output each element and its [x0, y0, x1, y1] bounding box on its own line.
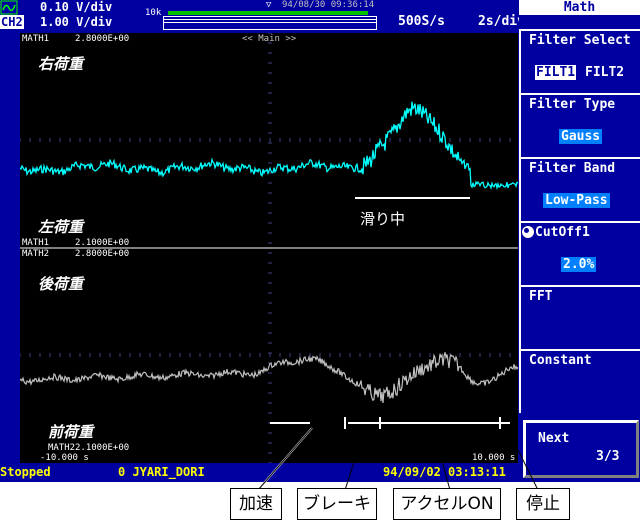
next-page: 3/3: [596, 449, 620, 464]
filter-type-item[interactable]: Filter Type Gauss: [519, 93, 640, 157]
time-div: 2s/div: [478, 14, 525, 29]
fft-label: FFT: [529, 289, 553, 304]
constant-item[interactable]: Constant: [519, 349, 640, 413]
math1-top-tag: MATH1: [22, 34, 50, 44]
cutoff-value[interactable]: 2.0%: [561, 257, 597, 272]
next-button[interactable]: Next 3/3: [523, 420, 639, 478]
math1-mid-tag: MATH1: [22, 238, 50, 248]
right-load-label: 右荷重: [38, 55, 84, 73]
oscilloscope-screen: 0.10 V/div CH2 1.00 V/div 10k ▽ 94/08/30…: [0, 0, 640, 482]
filter-type-value: Gauss: [559, 129, 603, 144]
time-left: -10.000 s: [40, 453, 89, 463]
math1-mid-value: 2.1000E+00: [75, 238, 130, 248]
zoom-label: << Main >>: [242, 34, 297, 44]
record-bar: [168, 11, 368, 15]
cutoff-label: CutOff1: [535, 225, 590, 240]
status-datetime: 94/09/02 03:13:11: [383, 465, 506, 479]
brake-callout: ブレーキ: [297, 488, 377, 520]
filter-option-filt1[interactable]: FILT1: [535, 65, 577, 80]
knob-icon: [522, 226, 534, 238]
trigger-marker-icon: ▽: [266, 0, 272, 10]
record-length: 10k: [145, 8, 162, 18]
accel-on-callout: アクセルON: [393, 488, 501, 520]
front-load-label: 前荷重: [48, 423, 94, 441]
accel-callout: 加速: [230, 488, 282, 520]
filter-select-label: Filter Select: [529, 33, 631, 48]
ch2-trace: [20, 352, 518, 404]
fft-item[interactable]: FFT: [519, 285, 640, 349]
time-right: 10.000 s: [472, 453, 516, 463]
probe-icon: [0, 0, 20, 16]
math2-bottom-tag: MATH2: [48, 443, 76, 453]
filter-band-value: Low-Pass: [543, 193, 610, 208]
acq-status: Stopped: [0, 465, 51, 479]
file-name: 0 JYARI_DORI: [118, 465, 205, 479]
filter-band-item[interactable]: Filter Band Low-Pass: [519, 157, 640, 221]
trigger-datetime: 94/08/30 09:36:14: [282, 0, 375, 10]
constant-label: Constant: [529, 353, 592, 368]
filter-select-item[interactable]: Filter Select FILT1 FILT2: [519, 29, 640, 93]
cutoff-item[interactable]: CutOff1 2.0%: [519, 221, 640, 285]
ch1-scale: 0.10 V/div: [40, 0, 113, 14]
math2-bottom-value: 2.1000E+00: [75, 443, 130, 453]
stop-callout: 停止: [516, 488, 570, 520]
zoom-window[interactable]: [163, 16, 377, 30]
filter-option-filt2[interactable]: FILT2: [585, 65, 624, 80]
math-menu: Math Filter Select FILT1 FILT2 Filter Ty…: [519, 0, 640, 482]
sliding-annotation: 滑り中: [360, 210, 406, 228]
math2-mid-tag: MATH2: [22, 249, 50, 259]
math1-top-value: 2.8000E+00: [75, 34, 130, 44]
filter-type-label: Filter Type: [529, 97, 616, 112]
math2-mid-value: 2.8000E+00: [75, 249, 130, 259]
status-bar: Stopped 0 JYARI_DORI 94/09/02 03:13:11: [0, 464, 519, 482]
waveform-svg: [20, 33, 518, 463]
next-label: Next: [538, 431, 570, 446]
left-load-label: 左荷重: [38, 218, 84, 236]
waveform-display: MATH1 2.8000E+00 << Main >> 右荷重 左荷重 滑り中 …: [20, 33, 518, 463]
rear-load-label: 後荷重: [38, 275, 84, 293]
filter-band-label: Filter Band: [529, 161, 616, 176]
ch2-label: CH2: [0, 15, 24, 29]
menu-title: Math: [519, 0, 640, 15]
ch1-trace: [20, 101, 518, 191]
sample-rate: 500S/s: [398, 14, 445, 29]
ch2-scale: 1.00 V/div: [40, 15, 113, 29]
